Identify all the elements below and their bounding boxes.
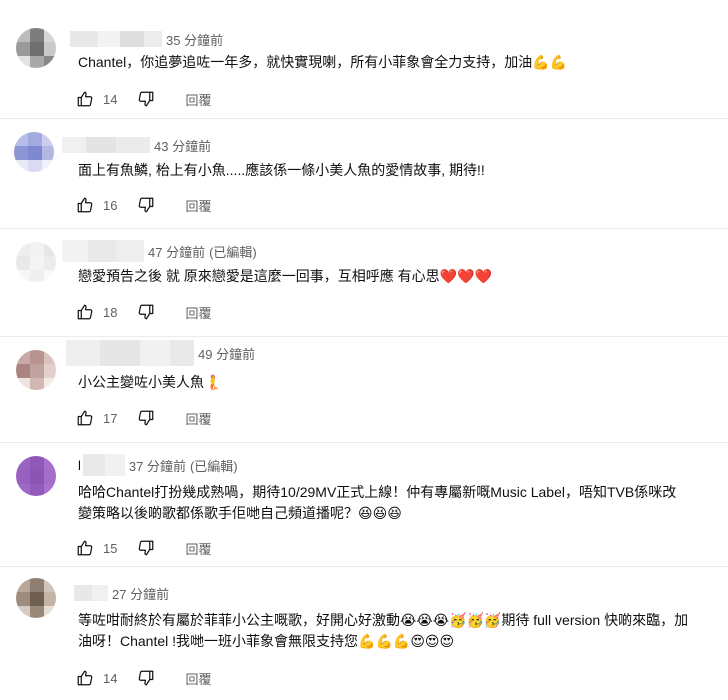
reply-button[interactable]: 回覆: [185, 196, 211, 215]
comment-item: 43 分鐘前 面上有魚鱗, 枱上有小魚.....應該係一條小美人魚的愛情故事, …: [0, 118, 728, 228]
comment-timestamp[interactable]: 47 分鐘前: [148, 242, 205, 261]
comment-header: 49 分鐘前: [66, 340, 255, 366]
reply-button[interactable]: 回覆: [185, 669, 211, 688]
like-count: 16: [103, 197, 118, 213]
comment-item: 47 分鐘前 (已編輯) 戀愛預告之後 就 原來戀愛是這麼一回事，互相呼應 有心…: [0, 228, 728, 336]
thumbs-down-icon: [139, 540, 154, 556]
dislike-button[interactable]: [137, 539, 155, 557]
comment-header: 27 分鐘前: [74, 584, 169, 602]
comment-actions: 15 回覆: [76, 536, 211, 560]
author-name[interactable]: [66, 340, 194, 366]
avatar[interactable]: [16, 350, 56, 390]
comment-header: l 37 分鐘前 (已編輯): [78, 454, 238, 476]
comment-text: 小公主變咗小美人魚🧜: [78, 374, 222, 390]
thumbs-up-icon: [77, 540, 93, 556]
avatar[interactable]: [16, 578, 56, 618]
edited-label: (已編輯): [189, 458, 238, 474]
like-count: 14: [103, 670, 118, 686]
comment-timestamp[interactable]: 43 分鐘前: [154, 136, 211, 155]
dislike-button[interactable]: [137, 669, 155, 687]
comment-timestamp[interactable]: 37 分鐘前: [129, 456, 186, 475]
comment-timestamp[interactable]: 49 分鐘前: [198, 344, 255, 363]
dislike-button[interactable]: [137, 196, 155, 214]
like-count: 15: [103, 540, 118, 556]
comment-item: l 37 分鐘前 (已編輯) 哈哈Chantel打扮幾成熟喎，期待10/29MV…: [0, 442, 728, 566]
dislike-button[interactable]: [137, 90, 155, 108]
comment-item: 27 分鐘前 等咗咁耐終於有屬於菲菲小公主嘅歌，好開心好激動😭😭😭🥳🥳🥳期待 f…: [0, 566, 728, 700]
thumbs-up-icon: [77, 670, 93, 686]
comment-actions: 16 回覆: [76, 193, 211, 217]
comment-text: 哈哈Chantel打扮幾成熟喎，期待10/29MV正式上線！仲有專屬新嘅Musi…: [78, 484, 677, 521]
comment-timestamp[interactable]: 27 分鐘前: [112, 584, 169, 603]
comment-list: 35 分鐘前 Chantel，你追夢追咗一年多，就快實現喇，所有小菲象會全力支持…: [0, 0, 728, 700]
reply-button[interactable]: 回覆: [185, 90, 211, 109]
edited-label: (已編輯): [209, 244, 257, 260]
author-name[interactable]: [62, 137, 150, 153]
dislike-button[interactable]: [137, 409, 155, 427]
like-button[interactable]: [76, 303, 94, 321]
like-count: 14: [103, 91, 118, 107]
thumbs-down-icon: [139, 670, 154, 686]
comment-text: Chantel，你追夢追咗一年多，就快實現喇，所有小菲象會全力支持，加油💪💪: [78, 54, 568, 70]
comment-actions: 18 回覆: [76, 300, 211, 324]
avatar[interactable]: [16, 242, 56, 282]
avatar[interactable]: [16, 28, 56, 68]
thumbs-up-icon: [77, 304, 93, 320]
thumbs-down-icon: [139, 197, 154, 213]
comment-header: 43 分鐘前: [62, 136, 211, 154]
reply-button[interactable]: 回覆: [185, 303, 211, 322]
author-name-visible[interactable]: l: [78, 458, 81, 473]
thumbs-down-icon: [139, 304, 154, 320]
comment-timestamp[interactable]: 35 分鐘前: [166, 30, 223, 49]
comment-header: 35 分鐘前: [70, 30, 223, 48]
comment-actions: 17 回覆: [76, 406, 211, 430]
comment-actions: 14 回覆: [76, 666, 211, 690]
dislike-button[interactable]: [137, 303, 155, 321]
avatar[interactable]: [14, 132, 54, 172]
avatar[interactable]: [16, 456, 56, 496]
author-name[interactable]: [82, 454, 125, 476]
thumbs-up-icon: [77, 197, 93, 213]
like-button[interactable]: [76, 539, 94, 557]
thumbs-down-icon: [139, 91, 154, 107]
like-count: 17: [103, 410, 118, 426]
like-button[interactable]: [76, 196, 94, 214]
comment-text: 等咗咁耐終於有屬於菲菲小公主嘅歌，好開心好激動😭😭😭🥳🥳🥳期待 full ver…: [78, 612, 689, 649]
author-name[interactable]: [70, 31, 162, 47]
comment-text: 面上有魚鱗, 枱上有小魚.....應該係一條小美人魚的愛情故事, 期待!!: [78, 162, 485, 178]
like-button[interactable]: [76, 90, 94, 108]
like-count: 18: [103, 304, 118, 320]
comment-text: 戀愛預告之後 就 原來戀愛是這麼一回事，互相呼應 有心思❤️❤️❤️: [78, 268, 492, 284]
author-name[interactable]: [74, 585, 108, 601]
thumbs-up-icon: [77, 410, 93, 426]
like-button[interactable]: [76, 669, 94, 687]
reply-button[interactable]: 回覆: [185, 409, 211, 428]
comment-item: 49 分鐘前 小公主變咗小美人魚🧜 17 回覆: [0, 336, 728, 442]
comment-item: 35 分鐘前 Chantel，你追夢追咗一年多，就快實現喇，所有小菲象會全力支持…: [0, 0, 728, 118]
thumbs-up-icon: [77, 91, 93, 107]
author-name[interactable]: [62, 240, 144, 262]
thumbs-down-icon: [139, 410, 154, 426]
comment-actions: 14 回覆: [76, 87, 211, 111]
comment-header: 47 分鐘前 (已編輯): [62, 240, 257, 262]
reply-button[interactable]: 回覆: [185, 539, 211, 558]
like-button[interactable]: [76, 409, 94, 427]
